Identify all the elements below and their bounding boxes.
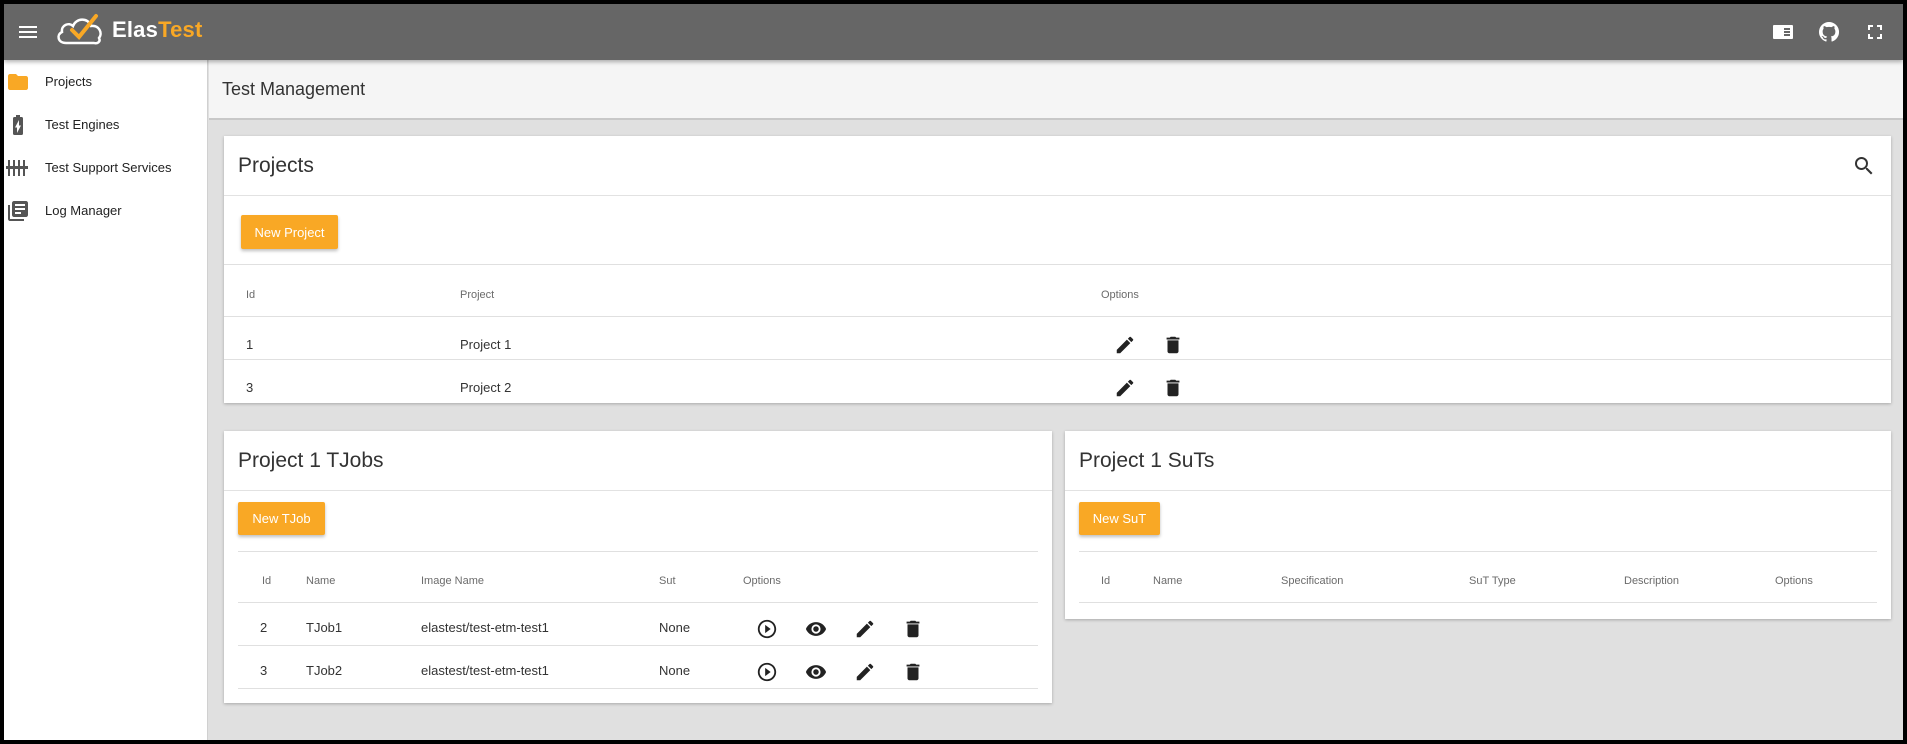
fullscreen-icon[interactable] <box>1863 20 1887 44</box>
sidebar-item-projects[interactable]: Projects <box>4 60 207 103</box>
edit-icon[interactable] <box>1114 377 1136 399</box>
delete-icon[interactable] <box>902 618 924 640</box>
column-header-sut-type: SuT Type <box>1469 575 1516 587</box>
sidebar-item-label: Log Manager <box>45 203 122 218</box>
column-header-options: Options <box>1775 575 1813 587</box>
column-header-name: Name <box>306 575 336 587</box>
column-header-sut: Sut <box>659 575 676 587</box>
project-name[interactable]: Project 1 <box>460 337 511 352</box>
projects-card: Projects New Project Id Project Options … <box>224 136 1891 403</box>
page-title: Test Management <box>209 60 1903 120</box>
column-header-options: Options <box>743 575 781 587</box>
tjob-id: 3 <box>260 663 268 678</box>
divider <box>1079 602 1877 603</box>
sidebar-item-label: Test Engines <box>45 117 120 132</box>
column-header-specification: Specification <box>1281 575 1344 587</box>
eye-icon[interactable] <box>805 618 827 640</box>
sidebar-item-label: Test Support Services <box>45 160 172 175</box>
sidebar-item-label: Projects <box>45 74 92 89</box>
edit-icon[interactable] <box>1114 334 1136 356</box>
cloud-check-icon <box>57 14 102 45</box>
battery-icon <box>6 113 30 137</box>
divider <box>224 359 1891 360</box>
play-circle-icon[interactable] <box>756 661 778 683</box>
library-books-icon <box>6 199 30 223</box>
column-header-name: Name <box>1153 575 1183 587</box>
divider <box>238 602 1038 603</box>
search-icon[interactable] <box>1852 154 1876 178</box>
tjobs-card-title: Project 1 TJobs <box>224 431 1052 491</box>
app-window: ElasTest Projects Test Engines Test Supp… <box>4 4 1903 740</box>
sidebar-item-test-support-services[interactable]: Test Support Services <box>4 146 207 189</box>
sidebar-item-log-manager[interactable]: Log Manager <box>4 189 207 232</box>
tjob-name[interactable]: TJob1 <box>306 620 342 635</box>
tjobs-card: Project 1 TJobs New TJob Id Name Image N… <box>224 431 1052 703</box>
column-header-image-name: Image Name <box>421 575 484 587</box>
divider <box>238 688 1038 689</box>
tjob-image-name: elastest/test-etm-test1 <box>421 663 549 678</box>
column-header-project: Project <box>460 289 495 301</box>
project-id: 3 <box>246 380 254 395</box>
menu-icon[interactable] <box>16 20 40 44</box>
edit-icon[interactable] <box>854 661 876 683</box>
main-content: Test Management Projects New Project Id … <box>209 60 1903 740</box>
elastest-logo[interactable]: ElasTest <box>54 10 202 50</box>
new-tjob-button[interactable]: New TJob <box>238 502 325 535</box>
divider <box>238 551 1038 552</box>
project-id: 1 <box>246 337 254 352</box>
equalizer-icon <box>6 156 30 180</box>
play-circle-icon[interactable] <box>756 618 778 640</box>
project-name[interactable]: Project 2 <box>460 380 511 395</box>
divider <box>224 316 1891 317</box>
column-header-id: Id <box>1101 575 1111 587</box>
delete-icon[interactable] <box>1162 377 1184 399</box>
suts-card: Project 1 SuTs New SuT Id Name Specifica… <box>1065 431 1891 619</box>
dashboard-icon[interactable] <box>1771 20 1795 44</box>
suts-card-title: Project 1 SuTs <box>1065 431 1891 491</box>
column-header-options: Options <box>1101 289 1139 301</box>
eye-icon[interactable] <box>805 661 827 683</box>
tjob-sut: None <box>659 663 691 678</box>
divider <box>238 645 1038 646</box>
tjob-sut: None <box>659 620 691 635</box>
new-project-button[interactable]: New Project <box>241 215 338 249</box>
edit-icon[interactable] <box>854 618 876 640</box>
sidebar-item-test-engines[interactable]: Test Engines <box>4 103 207 146</box>
column-header-description: Description <box>1624 575 1680 587</box>
tjob-image-name: elastest/test-etm-test1 <box>421 620 549 635</box>
github-icon[interactable] <box>1817 20 1841 44</box>
tjob-name[interactable]: TJob2 <box>306 663 342 678</box>
column-header-id: Id <box>246 289 256 301</box>
divider <box>1079 551 1877 552</box>
tjob-id: 2 <box>260 620 268 635</box>
folder-icon <box>6 70 30 94</box>
top-bar: ElasTest <box>4 4 1903 60</box>
delete-icon[interactable] <box>902 661 924 683</box>
column-header-id: Id <box>262 575 272 587</box>
divider <box>224 264 1891 265</box>
logo-text: ElasTest <box>112 17 203 42</box>
delete-icon[interactable] <box>1162 334 1184 356</box>
sidebar: Projects Test Engines Test Support Servi… <box>4 60 208 740</box>
projects-card-title: Projects <box>224 136 1891 196</box>
new-sut-button[interactable]: New SuT <box>1079 502 1160 535</box>
